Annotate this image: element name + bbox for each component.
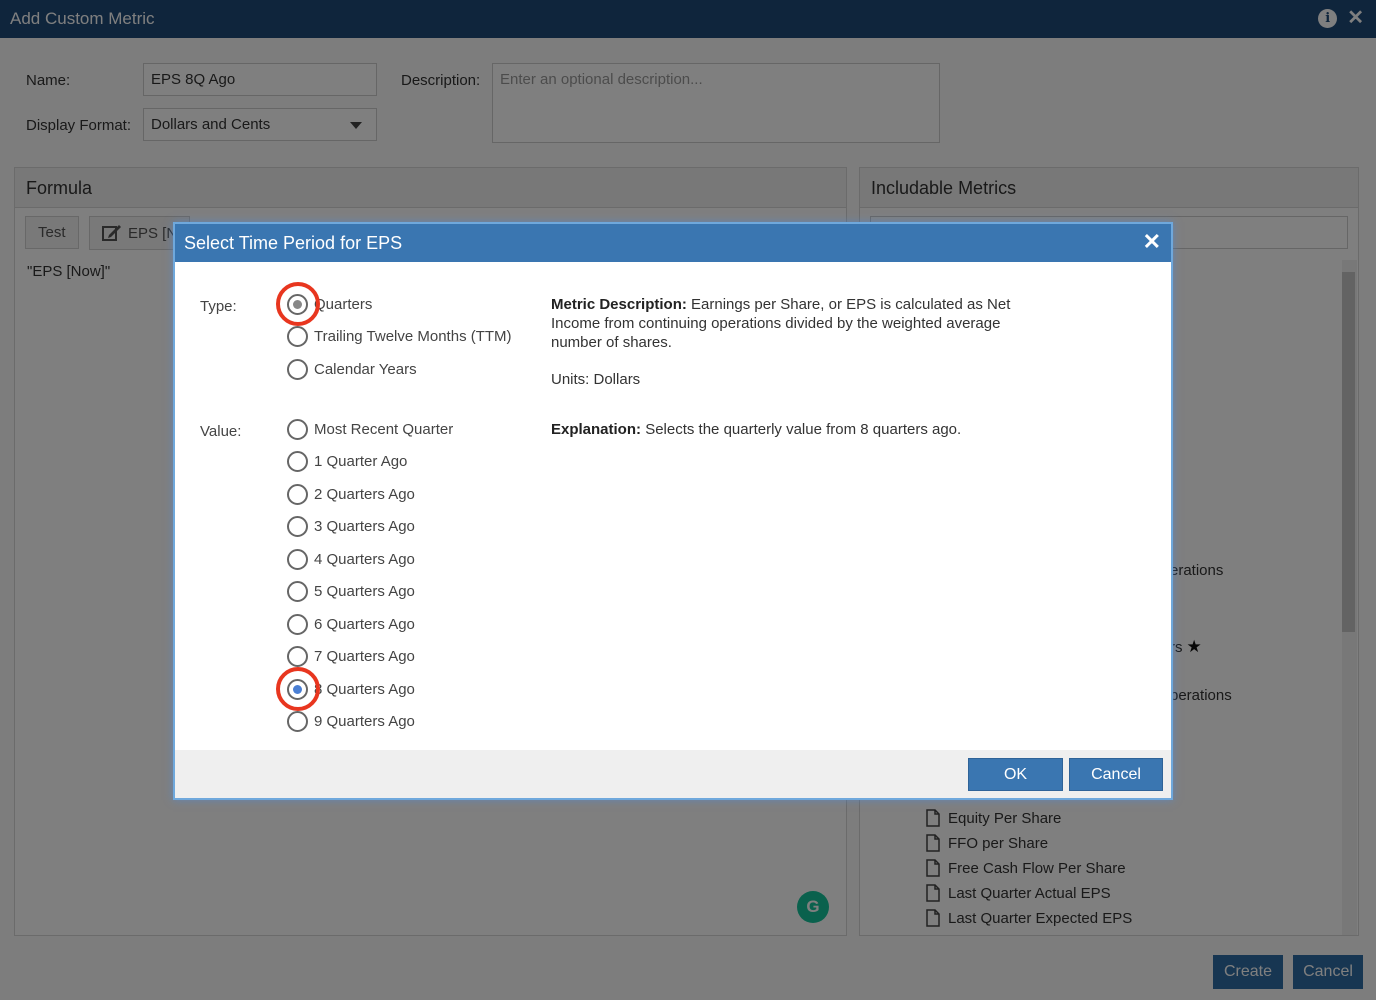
- metric-description: Metric Description: Earnings per Share, …: [551, 295, 1031, 352]
- type-option-label: Quarters: [314, 296, 373, 313]
- radio-button[interactable]: [287, 359, 308, 380]
- units-text: Units: Dollars: [551, 371, 641, 388]
- value-option-label: 8 Quarters Ago: [314, 681, 415, 698]
- value-option[interactable]: Most Recent Quarter: [287, 419, 453, 440]
- value-label: Value:: [200, 423, 242, 440]
- highlight-circle: [276, 667, 320, 711]
- radio-button[interactable]: [287, 549, 308, 570]
- radio-button[interactable]: [287, 614, 308, 635]
- ok-button[interactable]: OK: [968, 758, 1063, 791]
- dialog-footer: OK Cancel: [175, 750, 1171, 798]
- value-option-label: 1 Quarter Ago: [314, 453, 408, 470]
- value-option[interactable]: 2 Quarters Ago: [287, 484, 415, 505]
- type-option-label: Trailing Twelve Months (TTM): [314, 328, 512, 345]
- type-option-label: Calendar Years: [314, 361, 417, 378]
- radio-button[interactable]: [287, 646, 308, 667]
- value-option-label: 7 Quarters Ago: [314, 648, 415, 665]
- value-option-label: 6 Quarters Ago: [314, 616, 415, 633]
- radio-button[interactable]: [287, 419, 308, 440]
- value-option-label: 3 Quarters Ago: [314, 518, 415, 535]
- value-option[interactable]: 9 Quarters Ago: [287, 711, 415, 732]
- value-option[interactable]: 5 Quarters Ago: [287, 581, 415, 602]
- dialog-cancel-button[interactable]: Cancel: [1069, 758, 1163, 791]
- value-option-label: Most Recent Quarter: [314, 421, 454, 438]
- value-option-label: 4 Quarters Ago: [314, 551, 415, 568]
- explanation-label: Explanation:: [551, 421, 642, 438]
- dialog-close-icon[interactable]: ✕: [1143, 229, 1161, 255]
- value-option[interactable]: 6 Quarters Ago: [287, 614, 415, 635]
- highlight-circle: [276, 282, 320, 326]
- type-option-calendar-years[interactable]: Calendar Years: [287, 359, 417, 380]
- explanation-text: Selects the quarterly value from 8 quart…: [645, 421, 962, 438]
- dialog-header: Select Time Period for EPS ✕: [175, 224, 1171, 262]
- radio-button[interactable]: [287, 581, 308, 602]
- value-option[interactable]: 1 Quarter Ago: [287, 451, 407, 472]
- radio-button[interactable]: [287, 484, 308, 505]
- value-option[interactable]: 7 Quarters Ago: [287, 646, 415, 667]
- type-label: Type:: [200, 298, 237, 315]
- radio-button[interactable]: [287, 451, 308, 472]
- select-time-period-dialog: Select Time Period for EPS ✕ Type: Quart…: [173, 222, 1173, 800]
- metric-description-label: Metric Description:: [551, 296, 687, 313]
- value-option-label: 2 Quarters Ago: [314, 486, 415, 503]
- radio-button[interactable]: [287, 326, 308, 347]
- explanation: Explanation: Selects the quarterly value…: [551, 420, 961, 439]
- radio-button[interactable]: [287, 516, 308, 537]
- value-option-label: 5 Quarters Ago: [314, 583, 415, 600]
- value-option[interactable]: 4 Quarters Ago: [287, 549, 415, 570]
- radio-button[interactable]: [287, 711, 308, 732]
- value-option-label: 9 Quarters Ago: [314, 713, 415, 730]
- dialog-title: Select Time Period for EPS: [184, 233, 403, 253]
- type-option-ttm[interactable]: Trailing Twelve Months (TTM): [287, 326, 512, 347]
- value-option[interactable]: 3 Quarters Ago: [287, 516, 415, 537]
